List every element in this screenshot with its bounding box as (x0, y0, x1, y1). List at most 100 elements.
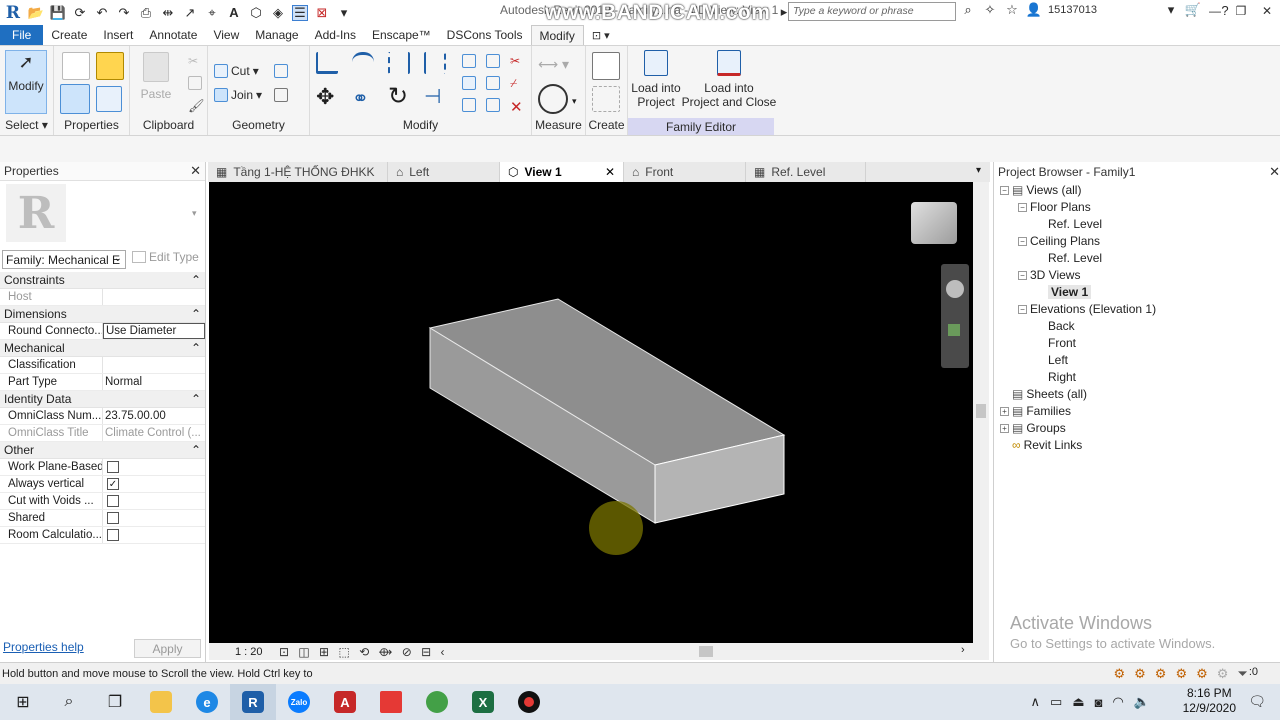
property-section[interactable]: Constraints ⌃ (0, 272, 205, 289)
search-input[interactable]: Type a keyword or phrase (788, 2, 956, 21)
file-explorer-icon[interactable] (138, 684, 184, 720)
load-into-project-close-button[interactable]: Load into Project and Close (682, 50, 776, 109)
clock[interactable]: 8:16 PM 12/9/2020 (1183, 686, 1236, 716)
close-icon[interactable]: ✕ (190, 163, 201, 179)
select-by-face-icon[interactable]: ⚙ (1175, 666, 1187, 682)
print-icon[interactable]: ⎙ (138, 5, 154, 21)
checkbox-checked-icon[interactable]: ✓ (107, 478, 119, 490)
sync-icon[interactable]: ⟳ (72, 5, 88, 21)
minimize-icon[interactable]: — (1202, 0, 1228, 22)
close-icon[interactable]: ✕ (1254, 0, 1280, 22)
paste-button[interactable]: Paste (138, 52, 174, 101)
property-value[interactable]: Normal (103, 374, 205, 390)
apply-button[interactable]: Apply (134, 639, 201, 658)
cart-icon[interactable]: 🛒 (1185, 2, 1201, 18)
type-selector-dropdown-icon[interactable]: ▾ (192, 208, 197, 219)
property-checkbox[interactable]: ✓ (103, 476, 205, 492)
measure-line-icon[interactable]: ⟷ ▾ (538, 56, 569, 73)
3d-view-icon[interactable]: ⬡ (248, 5, 264, 21)
favorites-star-icon[interactable]: ☆ (1004, 2, 1020, 18)
property-value[interactable]: Use Diameter (103, 323, 205, 339)
browser-item[interactable]: Front (1036, 336, 1076, 350)
excel-icon[interactable]: X (460, 684, 506, 720)
select-underlay-icon[interactable]: ⚙ (1134, 666, 1146, 682)
checkbox-empty-icon[interactable] (107, 512, 119, 524)
split-icon[interactable] (462, 54, 476, 68)
open-icon[interactable]: 📂 (28, 5, 44, 21)
unpin-icon[interactable] (486, 98, 500, 112)
family-selector[interactable]: Family: Mechanical E ⌄ (2, 250, 126, 269)
dimension-tool-icon[interactable] (538, 84, 568, 114)
steering-wheel-icon[interactable] (946, 280, 964, 298)
view-controls-icons[interactable]: ⊡ ◫ ⊞ ⬚ ⟲ ⟴ ⊘ ⊟ ‹ (279, 645, 448, 659)
edge-icon[interactable]: e (184, 684, 230, 720)
windows-start-icon[interactable]: ⊞ (0, 684, 46, 720)
collapse-icon[interactable]: − (1018, 304, 1027, 314)
collapse-icon[interactable]: ⌃ (191, 392, 201, 406)
property-checkbox[interactable] (103, 510, 205, 526)
close-icon[interactable]: ✕ (1269, 164, 1280, 180)
property-value[interactable] (103, 357, 205, 373)
view-scale[interactable]: 1 : 20 (209, 646, 279, 658)
chrome-icon[interactable] (414, 684, 460, 720)
close-hidden-icon[interactable]: ⊠ (314, 5, 330, 21)
restore-icon[interactable]: ❐ (1228, 0, 1254, 22)
browser-item[interactable]: − ▤ Views (all) (1000, 183, 1081, 197)
properties-icon[interactable] (60, 84, 90, 114)
tab-dscons-tools[interactable]: DSCons Tools (439, 25, 531, 45)
user-icon[interactable]: 👤 (1026, 2, 1042, 18)
wifi-icon[interactable]: ◠ (1112, 694, 1123, 710)
zalo-icon[interactable]: Zalo (276, 684, 322, 720)
browser-item[interactable]: View 1 (1036, 285, 1092, 299)
usb-icon[interactable]: ⏏ (1072, 694, 1084, 710)
notifications-icon[interactable]: 🗨 (1248, 693, 1266, 710)
subscription-icon[interactable]: ✧ (982, 2, 998, 18)
autocad-icon[interactable]: A (322, 684, 368, 720)
property-section[interactable]: Mechanical ⌃ (0, 340, 205, 357)
browser-item[interactable]: Ref. Level (1036, 251, 1102, 265)
chevron-down-icon[interactable]: ▾ (1163, 2, 1179, 18)
property-section[interactable]: Identity Data ⌃ (0, 391, 205, 408)
zoom-icon[interactable] (948, 324, 960, 336)
collapse-icon[interactable]: ⌃ (191, 307, 201, 321)
undo-icon[interactable]: ↶ (94, 5, 110, 21)
browser-item[interactable]: ▤ Sheets (all) (1000, 387, 1087, 401)
match-type-icon[interactable]: 🖌 (188, 98, 205, 113)
offset-icon[interactable] (352, 52, 374, 74)
mirror-draw-icon[interactable] (424, 52, 446, 74)
ribbon-options-icon[interactable]: ⊡ ▾ (584, 25, 618, 45)
copy-element-icon[interactable]: ⚭ (352, 86, 369, 111)
family-category-icon[interactable] (62, 52, 90, 80)
select-links-icon[interactable]: ⚙ (1113, 666, 1125, 682)
view-tab[interactable]: ▦ Ref. Level (746, 162, 866, 182)
property-section[interactable]: Dimensions ⌃ (0, 306, 205, 323)
collapse-icon[interactable]: − (1018, 236, 1027, 246)
property-checkbox[interactable] (103, 493, 205, 509)
edit-type-button[interactable]: Edit Type (132, 250, 199, 264)
collapse-icon[interactable]: ⌃ (191, 443, 201, 457)
view-tab[interactable]: ⌂ Left (388, 162, 500, 182)
view-tab[interactable]: ▦ Tầng 1-HỆ THỐNG ĐHKK (208, 162, 388, 182)
delete-icon[interactable]: ✕ (510, 98, 524, 116)
browser-item[interactable]: Ref. Level (1036, 217, 1102, 231)
tab-manage[interactable]: Manage (247, 25, 306, 45)
view-tabs-dropdown-icon[interactable]: ▾ (976, 165, 981, 176)
property-value[interactable]: Climate Control (... (103, 425, 205, 441)
vertical-scrollbar[interactable] (973, 182, 989, 643)
revit-taskbar-icon[interactable]: R (230, 684, 276, 720)
browser-item[interactable]: −3D Views (1018, 268, 1080, 282)
load-into-project-button[interactable]: Load into Project (630, 50, 682, 109)
property-section[interactable]: Other ⌃ (0, 442, 205, 459)
browser-item[interactable]: Right (1036, 370, 1076, 384)
join-button[interactable]: Join ▾ (214, 88, 262, 102)
section-icon[interactable]: ◈ (270, 5, 286, 21)
cut-button[interactable]: Cut ▾ (214, 64, 259, 78)
volume-icon[interactable]: 🔈 (1134, 694, 1150, 710)
search-icon[interactable]: ⌕ (46, 684, 92, 720)
tag-icon[interactable]: ⌖ (204, 5, 220, 21)
tab-file[interactable]: File (0, 25, 44, 45)
bandicam-record-icon[interactable] (506, 684, 552, 720)
select-pinned-icon[interactable]: ⚙ (1155, 666, 1167, 682)
revit-logo[interactable]: R (4, 3, 22, 23)
browser-item[interactable]: + ▤ Families (1000, 404, 1071, 418)
